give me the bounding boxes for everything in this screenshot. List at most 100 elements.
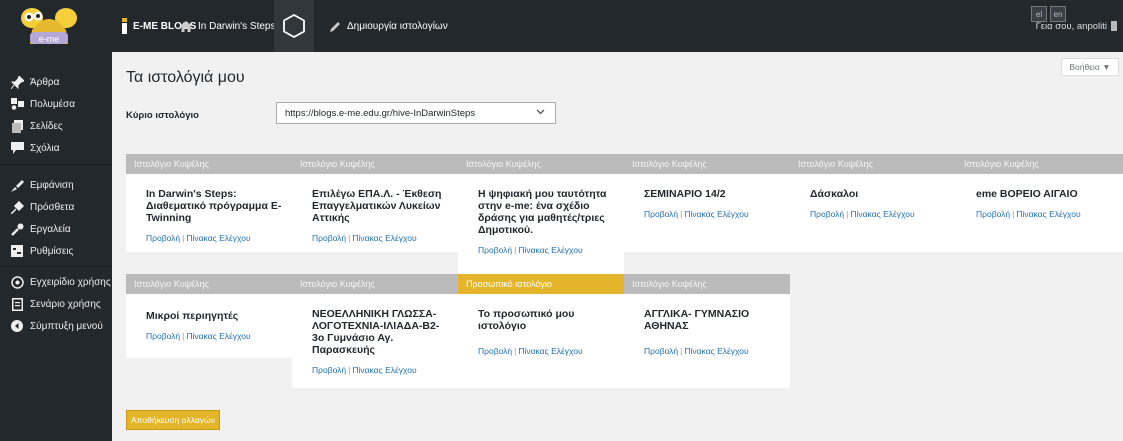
blog-card-links: Προβολή | Πίνακας Ελέγχου [312, 233, 417, 243]
view-link[interactable]: Προβολή [810, 209, 844, 219]
sidebar-item-settings[interactable]: Ρυθμίσεις [0, 241, 112, 261]
user-greeting[interactable]: Γεια σου, anpoliti [1036, 0, 1117, 52]
sidebar-item-scenario[interactable]: Σενάριο χρήσης [0, 294, 112, 314]
blog-card-title: Δάσκαλοι [810, 188, 859, 200]
blog-card: Ιστολόγιο Κυψέλης ΑΓΓΛΙΚΑ- ΓΥΜΝΑΣΙΟ ΑΘΗΝ… [624, 274, 790, 388]
pencil-icon [330, 21, 341, 32]
comments-icon [10, 141, 24, 155]
view-link[interactable]: Προβολή [146, 233, 180, 243]
avatar [1111, 21, 1117, 31]
help-icon [10, 275, 24, 289]
greeting-text: Γεια σου, anpoliti [1035, 20, 1107, 32]
collapse-icon [10, 319, 24, 333]
view-link[interactable]: Προβολή [478, 346, 512, 356]
primary-blog-select[interactable]: https://blogs.e-me.edu.gr/hive-InDarwinS… [276, 102, 556, 124]
blog-card-personal: Προσωπικό ιστολόγιο Το προσωπικό μου ιστ… [458, 274, 624, 388]
sidebar-item-label: Πολυμέσα [30, 98, 75, 110]
admin-side-menu: Άρθρα Πολυμέσα Σελίδες Σχόλια Εμφάνιση Π… [0, 52, 112, 441]
dashboard-link[interactable]: Πίνακας Ελέγχου [518, 245, 582, 255]
primary-blog-value: https://blogs.e-me.edu.gr/hive-InDarwinS… [285, 107, 476, 119]
blog-card-header: Ιστολόγιο Κυψέλης [292, 154, 458, 174]
view-link[interactable]: Προβολή [146, 331, 180, 341]
blog-card-header: Ιστολόγιο Κυψέλης [292, 274, 458, 294]
sidebar-item-tools[interactable]: Εργαλεία [0, 219, 112, 239]
sidebar-item-label: Σελίδες [30, 120, 63, 132]
sidebar-item-label: Εμφάνιση [30, 179, 74, 191]
svg-text:e-me: e-me [39, 34, 60, 44]
sidebar-item-posts[interactable]: Άρθρα [0, 72, 112, 92]
primary-blog-label: Κύριο ιστολόγιο [126, 110, 199, 121]
blog-card-title: Επιλέγω ΕΠΑ.Λ. - Έκθεση Επαγγελματικών Λ… [312, 188, 442, 224]
view-link[interactable]: Προβολή [976, 209, 1010, 219]
blog-card: Ιστολόγιο Κυψέλης Η ψηφιακή μου ταυτότητ… [458, 154, 624, 274]
blog-card: Ιστολόγιο Κυψέλης Μικροί περιηγητές Προβ… [126, 274, 292, 358]
main-content: Βοήθεια ▼ Τα ιστολόγιά μου Κύριο ιστολόγ… [112, 52, 1123, 441]
pin-icon [10, 75, 24, 89]
save-changes-button[interactable]: Αποθήκευση αλλαγών [126, 410, 220, 430]
dashboard-link[interactable]: Πίνακας Ελέγχου [684, 346, 748, 356]
dashboard-link[interactable]: Πίνακας Ελέγχου [684, 209, 748, 219]
sidebar-item-label: Ρυθμίσεις [30, 245, 74, 257]
blog-card: Ιστολόγιο Κυψέλης In Darwin's Steps: Δια… [126, 154, 292, 252]
sidebar-item-label: Σχόλια [30, 142, 60, 154]
blog-card-links: Προβολή | Πίνακας Ελέγχου [976, 209, 1081, 219]
blog-card-header: Ιστολόγιο Κυψέλης [126, 274, 292, 294]
settings-icon [10, 244, 24, 258]
sidebar-item-label: Άρθρα [30, 76, 60, 88]
view-link[interactable]: Προβολή [644, 346, 678, 356]
hexagon-icon [283, 14, 305, 38]
blog-card: Ιστολόγιο Κυψέλης ΣΕΜΙΝΑΡΙΟ 14/2 Προβολή… [624, 154, 790, 252]
sidebar-item-label: Πρόσθετα [30, 201, 75, 213]
dashboard-link[interactable]: Πίνακας Ελέγχου [186, 233, 250, 243]
dashboard-link[interactable]: Πίνακας Ελέγχου [850, 209, 914, 219]
view-link[interactable]: Προβολή [644, 209, 678, 219]
blog-card-links: Προβολή | Πίνακας Ελέγχου [478, 245, 583, 255]
view-link[interactable]: Προβολή [312, 233, 346, 243]
view-link[interactable]: Προβολή [312, 365, 346, 375]
sidebar-item-plugins[interactable]: Πρόσθετα [0, 197, 112, 217]
dashboard-link[interactable]: Πίνακας Ελέγχου [186, 331, 250, 341]
blog-card-title: ΝΕΟΕΛΛΗΝΙΚΗ ΓΛΩΣΣΑ-ΛΟΓΟΤΕΧΝΙΑ-ΙΛΙΑΔΑ-Β2-… [312, 308, 440, 356]
sidebar-item-comments[interactable]: Σχόλια [0, 138, 112, 158]
sidebar-item-manual[interactable]: Εγχειρίδιο χρήσης [0, 272, 112, 292]
sidebar-item-media[interactable]: Πολυμέσα [0, 94, 112, 114]
blog-card: Ιστολόγιο Κυψέλης Δάσκαλοι Προβολή | Πίνακ… [790, 154, 956, 252]
brand-bar-icon [122, 18, 127, 34]
e-me-logo[interactable]: e-me [0, 0, 110, 52]
dashboard-link[interactable]: Πίνακας Ελέγχου [1016, 209, 1080, 219]
dashboard-link[interactable]: Πίνακας Ελέγχου [518, 346, 582, 356]
admin-top-bar: e-me E-ME BLOGS In Darwin's Steps: Δ... … [0, 0, 1123, 52]
blog-card-title: eme ΒΟΡΕΙΟ ΑΙΓΑΙΟ [976, 188, 1078, 200]
home-icon [180, 20, 192, 32]
create-blog-menu[interactable]: Δημιουργία ιστολογίων [330, 0, 448, 52]
sidebar-item-appearance[interactable]: Εμφάνιση [0, 175, 112, 195]
blog-card-header: Ιστολόγιο Κυψέλης [790, 154, 956, 174]
blog-card-header: Ιστολόγιο Κυψέλης [624, 154, 790, 174]
dashboard-link[interactable]: Πίνακας Ελέγχου [352, 233, 416, 243]
blog-card: Ιστολόγιο Κυψέλης Επιλέγω ΕΠΑ.Λ. - Έκθεσ… [292, 154, 458, 252]
blog-card: Ιστολόγιο Κυψέλης eme ΒΟΡΕΙΟ ΑΙΓΑΙΟ Προβ… [956, 154, 1123, 252]
blog-card-links: Προβολή | Πίνακας Ελέγχου [644, 209, 749, 219]
blog-card: Ιστολόγιο Κυψέλης ΝΕΟΕΛΛΗΝΙΚΗ ΓΛΩΣΣΑ-ΛΟΓ… [292, 274, 458, 388]
view-link[interactable]: Προβολή [478, 245, 512, 255]
help-button[interactable]: Βοήθεια ▼ [1061, 58, 1119, 76]
media-icon [10, 97, 24, 111]
hive-button[interactable] [274, 0, 314, 52]
dashboard-link[interactable]: Πίνακας Ελέγχου [352, 365, 416, 375]
sidebar-item-collapse[interactable]: Σύμπτυξη μενού [0, 316, 112, 336]
sidebar-item-pages[interactable]: Σελίδες [0, 116, 112, 136]
sidebar-item-label: Εργαλεία [30, 223, 71, 235]
blog-card-header: Ιστολόγιο Κυψέλης [624, 274, 790, 294]
blog-card-title: Μικροί περιηγητές [146, 310, 239, 322]
blog-card-title: Το προσωπικό μου ιστολόγιο [478, 308, 575, 332]
blog-card-links: Προβολή | Πίνακας Ελέγχου [146, 331, 251, 341]
menu-separator [0, 266, 112, 267]
chevron-down-icon [536, 107, 545, 119]
page-title: Τα ιστολόγιά μου [126, 69, 245, 86]
pages-icon [10, 119, 24, 133]
blog-card-header: Προσωπικό ιστολόγιο [458, 274, 624, 294]
blog-card-header: Ιστολόγιο Κυψέλης [458, 154, 624, 174]
blog-card-links: Προβολή | Πίνακας Ελέγχου [146, 233, 251, 243]
blog-card-links: Προβολή | Πίνακας Ελέγχου [644, 346, 749, 356]
bee-logo-icon: e-me [21, 8, 77, 44]
